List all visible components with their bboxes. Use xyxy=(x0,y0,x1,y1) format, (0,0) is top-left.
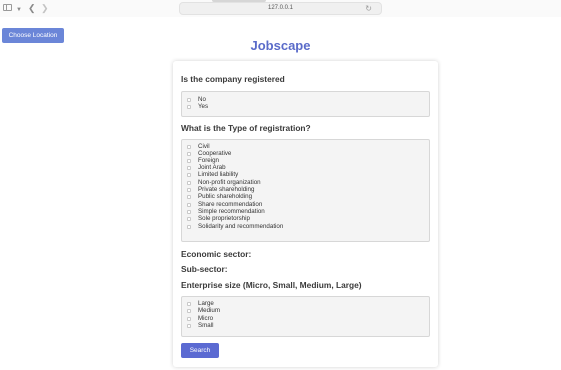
checkbox[interactable] xyxy=(187,301,191,306)
sidebar-toggle-icon[interactable] xyxy=(3,4,12,11)
back-arrow-icon[interactable]: ❮ xyxy=(28,3,36,13)
address-text: 127.0.0.1 xyxy=(267,5,294,11)
address-bar[interactable]: 127.0.0.1 ↻ xyxy=(179,2,382,15)
enterprise-size-box: Large Medium Micro Small xyxy=(181,296,430,337)
forward-arrow-icon[interactable]: ❯ xyxy=(41,3,49,13)
question-registered: Is the company registered xyxy=(181,74,285,84)
question-registration-type: What is the Type of registration? xyxy=(181,123,311,133)
sub-sector-label: Sub-sector: xyxy=(181,264,228,274)
page-title: Jobscape xyxy=(250,38,311,53)
search-button[interactable]: Search xyxy=(181,343,219,358)
checkbox[interactable] xyxy=(187,194,191,199)
checkbox[interactable] xyxy=(187,308,191,313)
checkbox[interactable] xyxy=(187,316,191,321)
checkbox[interactable] xyxy=(187,180,191,185)
checkbox[interactable] xyxy=(187,224,191,229)
checkbox[interactable] xyxy=(187,144,191,149)
browser-toolbar: ▼ ❮ ❯ 127.0.0.1 ↻ xyxy=(0,0,561,17)
chevron-down-icon[interactable]: ▼ xyxy=(16,5,22,15)
checkbox[interactable] xyxy=(187,158,191,163)
registration-type-box: Civil Cooperative Foreign Joint Arab Lim… xyxy=(181,139,430,242)
checkbox[interactable] xyxy=(187,323,191,328)
checkbox[interactable] xyxy=(187,216,191,221)
checkbox[interactable] xyxy=(187,165,191,170)
economic-sector-label: Economic sector: xyxy=(181,249,252,259)
checkbox[interactable] xyxy=(187,151,191,156)
checkbox[interactable] xyxy=(187,202,191,207)
question-enterprise-size: Enterprise size (Micro, Small, Medium, L… xyxy=(181,280,362,290)
registered-options-box: No Yes xyxy=(181,91,430,117)
checkbox[interactable] xyxy=(187,209,191,214)
reload-icon[interactable]: ↻ xyxy=(365,4,372,13)
checkbox[interactable] xyxy=(187,104,191,109)
checkbox[interactable] xyxy=(187,187,191,192)
checkbox[interactable] xyxy=(187,97,191,102)
checkbox[interactable] xyxy=(187,172,191,177)
